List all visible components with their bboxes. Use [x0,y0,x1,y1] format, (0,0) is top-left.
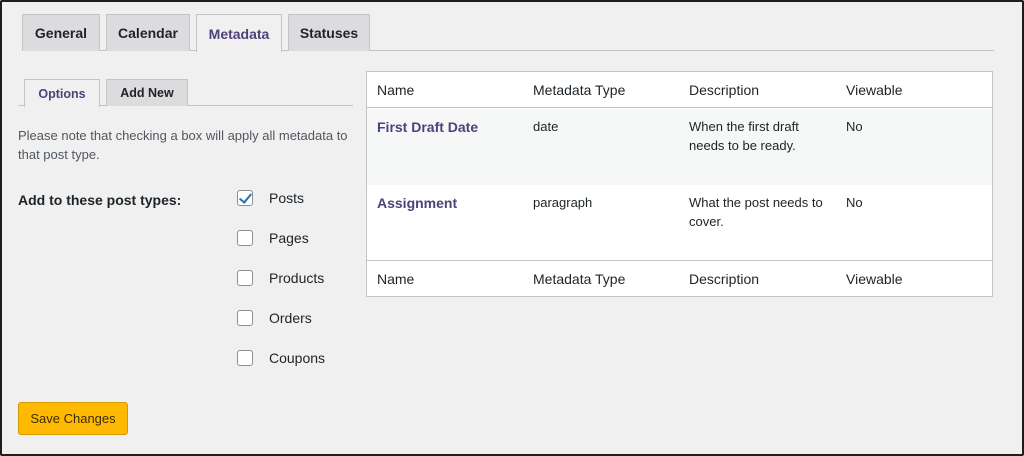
metadata-type: paragraph [533,195,593,210]
orders-checkbox[interactable] [237,310,253,326]
column-footer-description: Description [689,271,760,287]
checkbox-row-coupons[interactable]: Coupons [237,349,325,367]
save-changes-button[interactable]: Save Changes [18,402,128,435]
tab-calendar[interactable]: Calendar [106,14,190,51]
metadata-table: Name Metadata Type Description Viewable … [366,71,993,297]
checkbox-row-orders[interactable]: Orders [237,309,312,327]
column-header-type: Metadata Type [533,82,626,98]
tab-statuses[interactable]: Statuses [288,14,370,51]
subtab-add-new[interactable]: Add New [106,79,188,106]
metadata-name-link[interactable]: Assignment [377,194,457,213]
metadata-viewable: No [846,119,863,134]
sub-tab-bar: Options Add New [18,79,353,107]
metadata-viewable: No [846,195,863,210]
checkbox-label: Orders [269,310,312,326]
pages-checkbox[interactable] [237,230,253,246]
checkbox-row-posts[interactable]: Posts [237,189,304,207]
checkbox-row-pages[interactable]: Pages [237,229,309,247]
checkbox-label: Products [269,270,325,286]
column-header-name[interactable]: Name [377,81,414,100]
metadata-name-link[interactable]: First Draft Date [377,118,478,137]
table-row: Assignment paragraph What the post needs… [367,185,992,260]
coupons-checkbox[interactable] [237,350,253,366]
checkbox-label: Coupons [269,350,326,366]
column-footer-name[interactable]: Name [377,270,414,289]
checkbox-label: Posts [269,190,305,206]
column-header-description: Description [689,82,760,98]
checkbox-label: Pages [269,230,309,246]
checkbox-row-products[interactable]: Products [237,269,324,287]
metadata-note: Please note that checking a box will app… [18,128,348,162]
metadata-description: When the first draft needs to be ready. [689,119,799,153]
metadata-description: What the post needs to cover. [689,195,823,229]
column-footer-type: Metadata Type [533,271,626,287]
tab-general[interactable]: General [22,14,100,51]
table-header-row: Name Metadata Type Description Viewable [367,72,992,108]
subtab-options[interactable]: Options [24,79,100,107]
top-tab-bar: General Calendar Metadata Statuses [22,14,994,52]
post-types-label: Add to these post types: [18,192,182,208]
metadata-type: date [533,119,559,134]
table-footer-row: Name Metadata Type Description Viewable [367,260,992,297]
table-row: First Draft Date date When the first dra… [367,109,992,185]
column-header-viewable: Viewable [846,82,903,98]
posts-checkbox[interactable] [237,190,253,206]
column-footer-viewable: Viewable [846,271,903,287]
products-checkbox[interactable] [237,270,253,286]
tab-metadata[interactable]: Metadata [196,14,282,52]
